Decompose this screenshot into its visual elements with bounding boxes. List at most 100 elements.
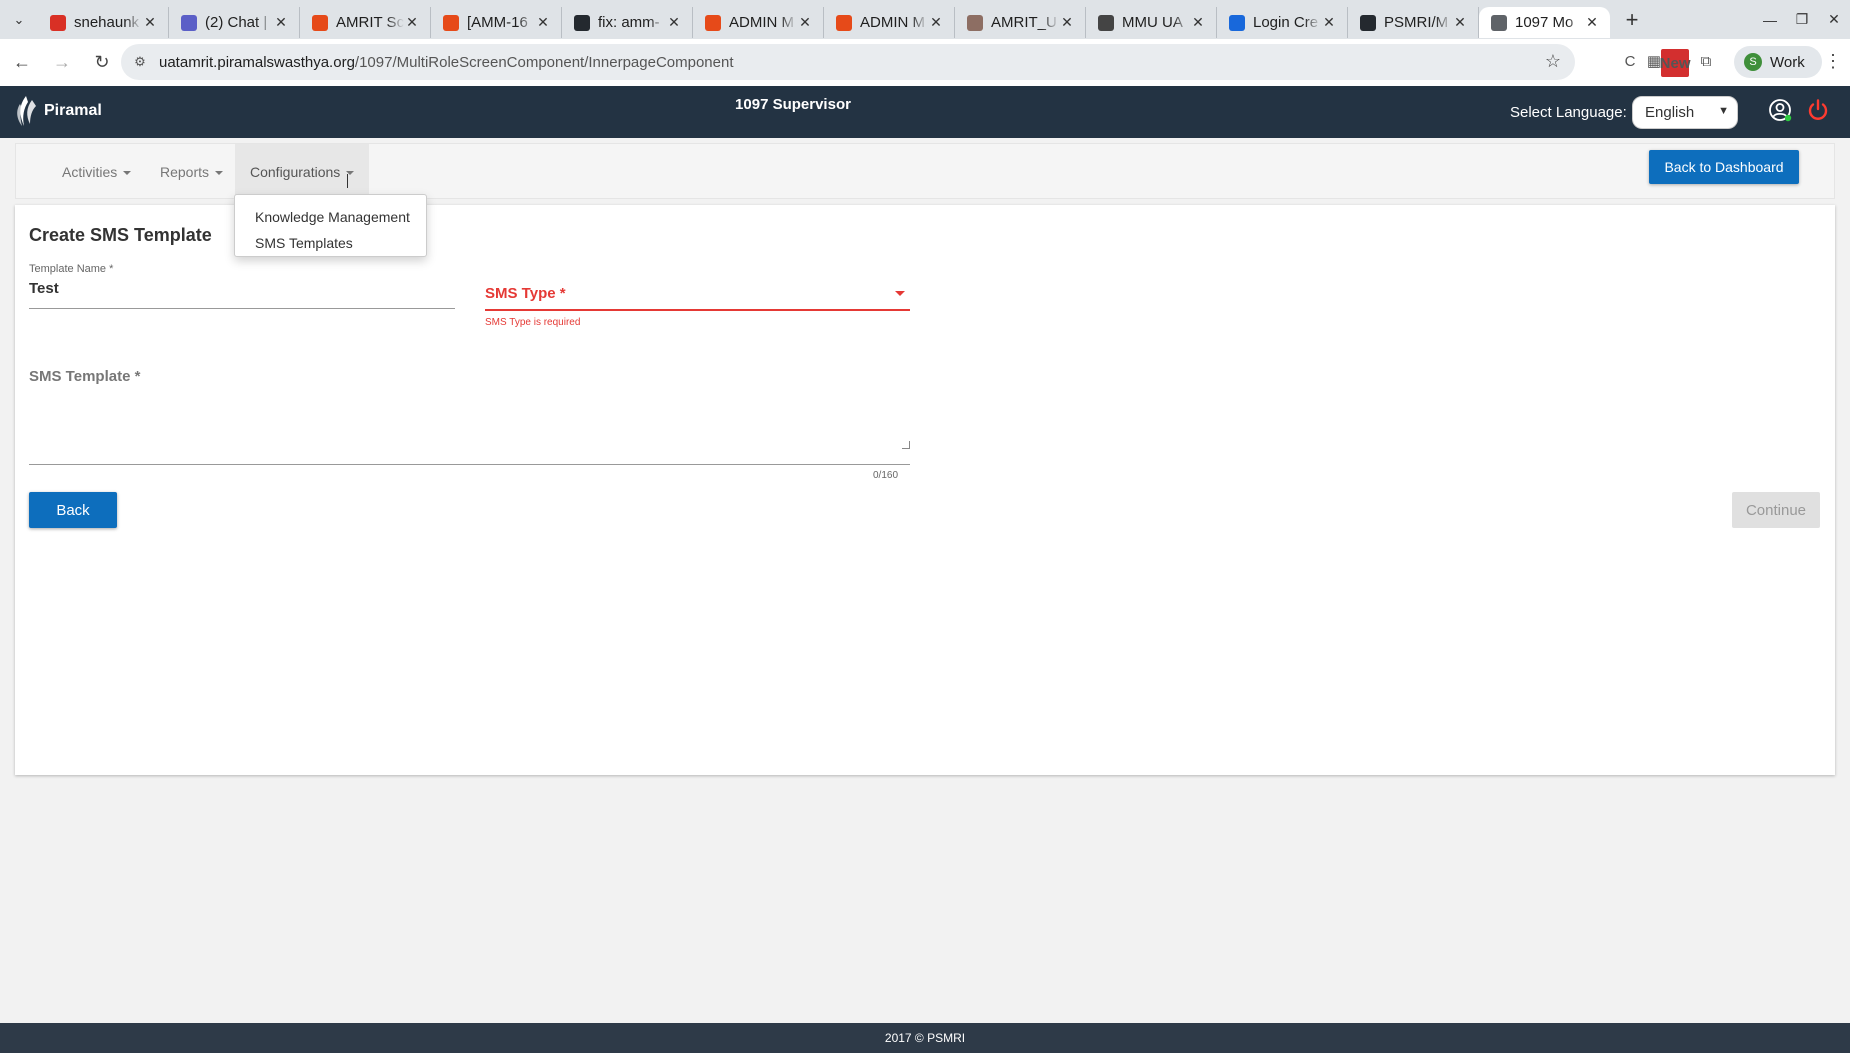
menu-configurations-label: Configurations (250, 164, 341, 180)
continue-button[interactable]: Continue (1732, 492, 1820, 528)
tab-close-icon[interactable]: ✕ (928, 14, 944, 31)
tab-close-icon[interactable]: ✕ (1059, 14, 1075, 31)
sms-type-underline (485, 309, 910, 311)
extension-c-icon[interactable]: C (1616, 47, 1644, 75)
language-label: Select Language: (1510, 104, 1627, 121)
browser-menu-icon[interactable]: ⋮ (1824, 51, 1842, 72)
extension-icons: C ▦ New ⧉ (1616, 47, 1720, 77)
back-to-dashboard-button[interactable]: Back to Dashboard (1649, 150, 1799, 184)
browser-tab-title: PSMRI/M (1384, 14, 1449, 31)
dropdown-item-knowledge-management[interactable]: Knowledge Management (235, 204, 426, 230)
form-title: Create SMS Template (29, 225, 212, 245)
chevron-down-icon: ▼ (1718, 105, 1729, 117)
reload-icon[interactable]: ↻ (84, 45, 120, 81)
resize-handle-icon[interactable] (902, 441, 910, 449)
browser-tab-title: AMRIT_U (991, 14, 1057, 31)
browser-tab-title: snehaunk (74, 14, 140, 31)
template-name-underline (29, 308, 455, 309)
dropdown-item-sms-templates[interactable]: SMS Templates (235, 230, 426, 256)
tab-search-icon[interactable]: ⌄ (0, 0, 38, 39)
browser-tab-title: Login Cre (1253, 14, 1319, 31)
browser-tab[interactable]: fix: amm- ✕ (562, 7, 693, 38)
template-name-input[interactable]: Test (29, 280, 59, 297)
browser-tab[interactable]: [AMM-16 ✕ (431, 7, 562, 38)
browser-tab-title: ADMIN M (729, 14, 794, 31)
amrit-icon (312, 14, 328, 31)
user-profile-icon[interactable] (1768, 98, 1792, 122)
globe-icon (1491, 14, 1507, 31)
confluence-icon (1229, 14, 1245, 31)
close-window-icon[interactable]: ✕ (1818, 0, 1850, 39)
text-cursor (347, 174, 348, 188)
sms-type-dropdown-arrow-icon[interactable] (895, 291, 905, 296)
browser-tab[interactable]: AMRIT Sc ✕ (300, 7, 431, 38)
amrit-icon (705, 14, 721, 31)
browser-tab-title: 1097 Mo (1515, 14, 1574, 31)
sms-template-label: SMS Template * (29, 368, 141, 385)
browser-tab[interactable]: MMU UA ✕ (1086, 7, 1217, 38)
address-url: uatamrit.piramalswasthya.org/1097/MultiR… (159, 53, 734, 71)
browser-tab-title: (2) Chat | (205, 14, 268, 31)
new-badge: New (1660, 49, 1691, 77)
browser-tab[interactable]: AMRIT_U ✕ (955, 7, 1086, 38)
tab-close-icon[interactable]: ✕ (1190, 14, 1206, 31)
site-info-icon[interactable]: ⚙ (131, 53, 149, 71)
tab-close-icon[interactable]: ✕ (273, 14, 289, 31)
create-sms-template-card: Create SMS Template Template Name * Test… (15, 205, 1835, 775)
back-button[interactable]: Back (29, 492, 117, 528)
browser-tab[interactable]: ADMIN M ✕ (693, 7, 824, 38)
template-name-label: Template Name * (29, 263, 114, 275)
sms-template-textarea[interactable] (29, 391, 910, 451)
tab-close-icon[interactable]: ✕ (1321, 14, 1337, 31)
tab-close-icon[interactable]: ✕ (797, 14, 813, 31)
page-title: 1097 Supervisor (735, 96, 851, 113)
browser-tab[interactable]: 1097 Mo ✕ (1479, 7, 1610, 38)
profile-label: Work (1770, 53, 1805, 71)
browser-tab-title: ADMIN M (860, 14, 925, 31)
browser-tab-title: AMRIT Sc (336, 14, 404, 31)
gmail-icon (50, 14, 66, 31)
menu-activities-label: Activities (62, 164, 118, 180)
browser-tab[interactable]: ADMIN M ✕ (824, 7, 955, 38)
browser-tab[interactable]: PSMRI/M ✕ (1348, 7, 1479, 38)
tab-close-icon[interactable]: ✕ (666, 14, 682, 31)
new-tab-button[interactable]: + (1614, 5, 1650, 35)
menu-reports-label: Reports (160, 164, 210, 180)
profile-avatar: S (1744, 53, 1762, 71)
browser-tab[interactable]: (2) Chat | ✕ (169, 7, 300, 38)
address-bar[interactable]: ⚙ uatamrit.piramalswasthya.org/1097/Mult… (121, 44, 1575, 80)
menu-configurations[interactable]: Configurations (235, 144, 370, 200)
tab-close-icon[interactable]: ✕ (1584, 14, 1600, 31)
browser-tab-title: [AMM-16 (467, 14, 528, 31)
browser-tab-title: fix: amm- (598, 14, 660, 31)
language-value: English (1645, 104, 1695, 121)
minimize-icon[interactable]: — (1754, 0, 1786, 39)
person-icon (967, 14, 983, 31)
tab-close-icon[interactable]: ✕ (404, 14, 420, 31)
browser-tab[interactable]: Login Cre ✕ (1217, 7, 1348, 38)
restore-icon[interactable]: ❐ (1786, 0, 1818, 39)
extension-new-icon[interactable]: ▦ New (1647, 47, 1691, 77)
caret-down-icon (123, 171, 132, 175)
menu-reports[interactable]: Reports (145, 144, 238, 200)
browser-tab[interactable]: snehaunk ✕ (38, 7, 169, 38)
bookmark-star-icon[interactable]: ☆ (1545, 51, 1561, 72)
sms-type-select[interactable]: SMS Type * (485, 285, 566, 302)
back-arrow-icon[interactable]: ← (4, 45, 40, 81)
browser-toolbar: ← → ↻ ⚙ uatamrit.piramalswasthya.org/109… (0, 39, 1850, 86)
sms-template-underline (29, 464, 910, 465)
tab-close-icon[interactable]: ✕ (535, 14, 551, 31)
power-logout-icon[interactable] (1806, 98, 1830, 122)
tab-close-icon[interactable]: ✕ (1452, 14, 1468, 31)
openai-icon (1098, 14, 1114, 31)
tab-close-icon[interactable]: ✕ (142, 14, 158, 31)
profile-button[interactable]: S Work (1734, 46, 1822, 78)
char-count: 0/160 (873, 470, 899, 481)
amrit-icon (836, 14, 852, 31)
language-select[interactable]: English ▼ (1632, 96, 1738, 129)
extensions-puzzle-icon[interactable]: ⧉ (1692, 47, 1720, 75)
github-icon (574, 14, 590, 31)
forward-arrow-icon[interactable]: → (44, 45, 80, 81)
menu-activities[interactable]: Activities (47, 144, 146, 200)
sms-type-error: SMS Type is required (485, 317, 581, 328)
